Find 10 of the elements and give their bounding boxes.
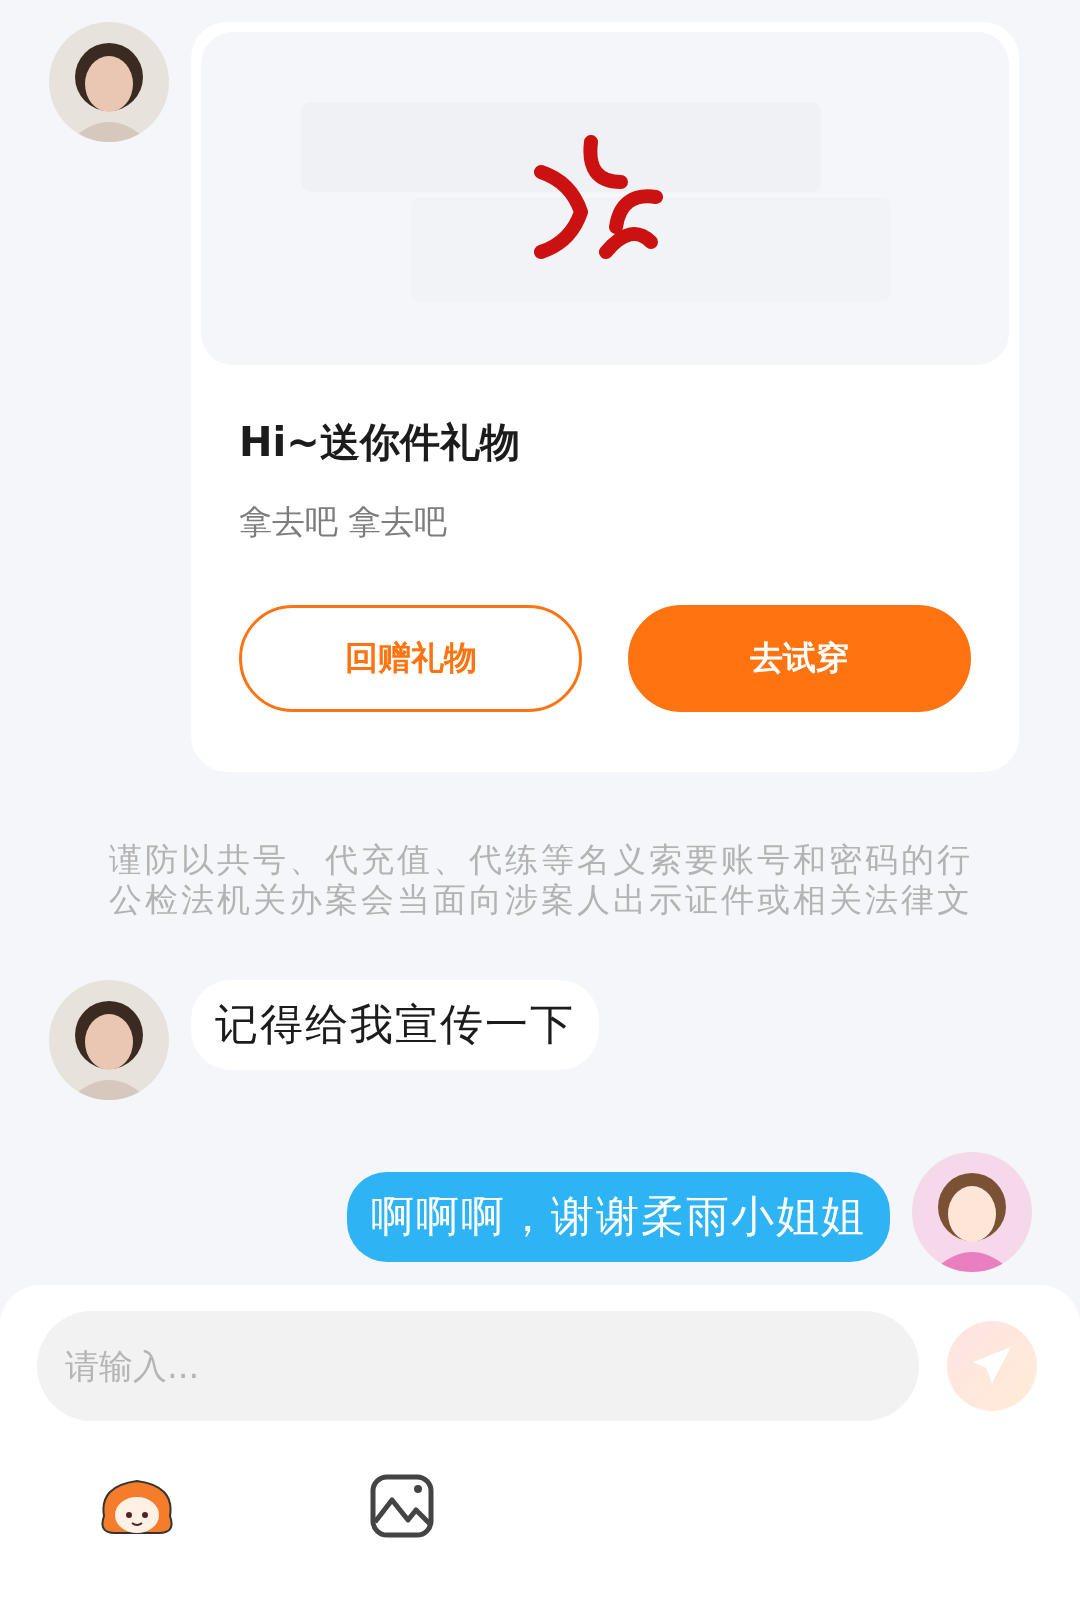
message-bubble: 啊啊啊，谢谢柔雨小姐姐 (347, 1172, 890, 1262)
try-on-button[interactable]: 去试穿 (628, 605, 971, 712)
gift-subtitle: 拿去吧 拿去吧 (239, 501, 449, 543)
message-input[interactable]: 请输入... (37, 1311, 919, 1421)
return-gift-button[interactable]: 回赠礼物 (239, 605, 582, 712)
warning-text: 谨防以共号、代充值、代练等名义索要账号和密码的行 (108, 840, 973, 880)
message-bubble: 记得给我宣传一下 (191, 980, 599, 1070)
image-icon[interactable] (370, 1474, 434, 1538)
gift-title: Hi~送你件礼物 (239, 418, 521, 467)
warning-text: 公检法机关办案会当面向涉案人出示证件或相关法律文 (108, 880, 973, 920)
